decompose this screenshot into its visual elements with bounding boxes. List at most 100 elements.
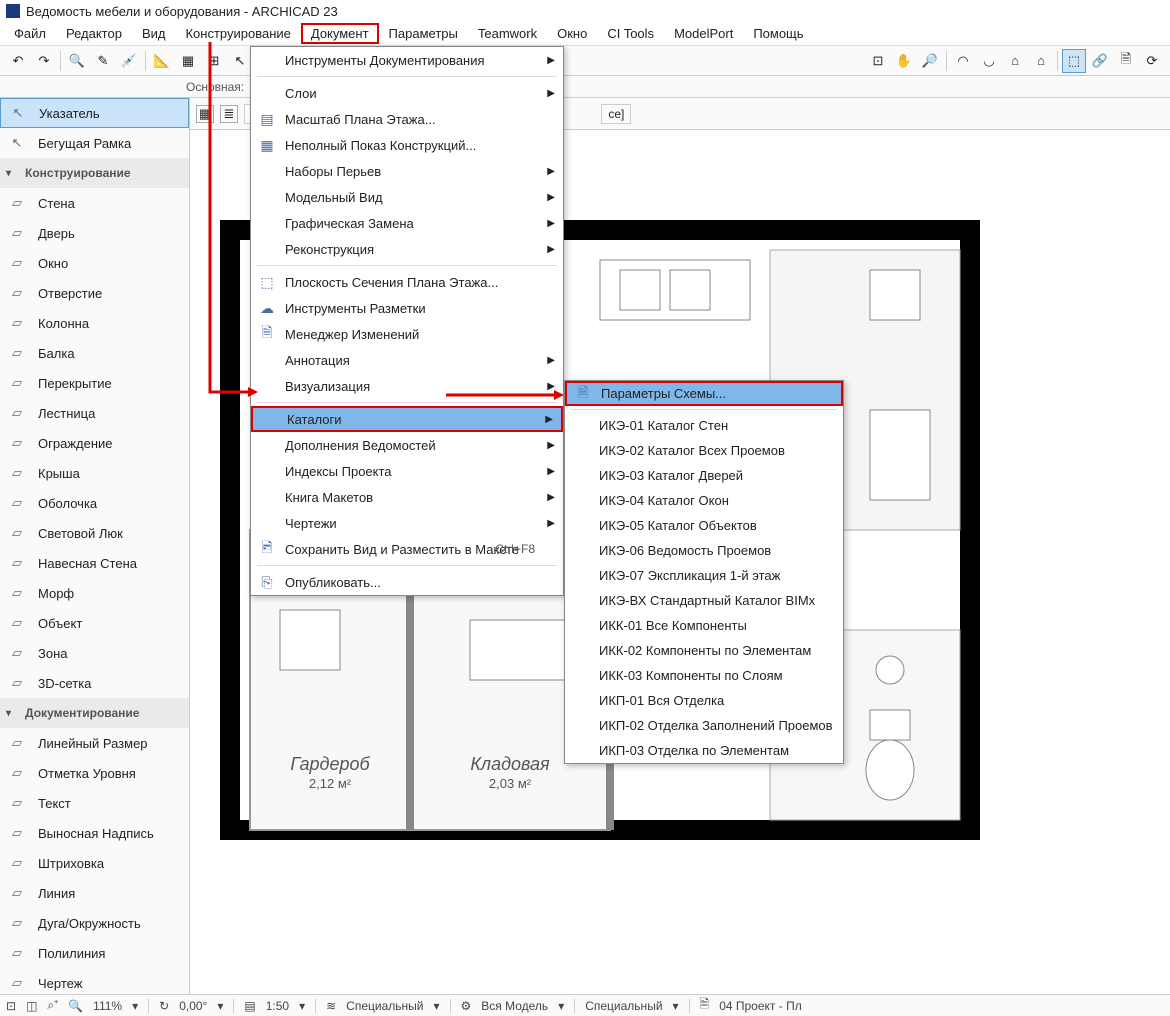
rotate-button[interactable]: ⟳: [1140, 49, 1164, 73]
stack-icon[interactable]: ≣: [220, 105, 238, 123]
tool-Дуга/Окружность[interactable]: ▱Дуга/Окружность: [0, 908, 189, 938]
menu-item[interactable]: 🖻Сохранить Вид и Разместить в МакетеCtrl…: [251, 536, 563, 562]
submenu-item[interactable]: ИКЭ-06 Ведомость Проемов: [565, 538, 843, 563]
tool-Полилиния[interactable]: ▱Полилиния: [0, 938, 189, 968]
sb-icon3[interactable]: ⌕⁺: [47, 998, 58, 1013]
inject-button[interactable]: 💉: [117, 49, 141, 73]
eyedrop-button[interactable]: ✎: [91, 49, 115, 73]
zoom-value[interactable]: 111%: [93, 999, 122, 1013]
tool-Чертеж[interactable]: ▱Чертеж: [0, 968, 189, 994]
tool-Дверь[interactable]: ▱Дверь: [0, 218, 189, 248]
menu-item[interactable]: Графическая Замена▶: [251, 210, 563, 236]
sb-opt4-icon[interactable]: 🗎: [700, 995, 710, 1016]
select-button[interactable]: ⬚: [1062, 49, 1086, 73]
submenu-item[interactable]: 🗎Параметры Схемы...: [565, 381, 843, 406]
menu-item[interactable]: Инструменты Документирования▶: [251, 47, 563, 73]
section-Конструирование[interactable]: ▾Конструирование: [0, 158, 189, 188]
tool-Перекрытие[interactable]: ▱Перекрытие: [0, 368, 189, 398]
menu-item[interactable]: Книга Макетов▶: [251, 484, 563, 510]
opt4[interactable]: 04 Проект - Пл: [719, 999, 802, 1013]
menu-документ[interactable]: Документ: [301, 23, 379, 44]
cursor-button[interactable]: ↖: [228, 49, 252, 73]
menu-item[interactable]: Реконструкция▶: [251, 236, 563, 262]
submenu-item[interactable]: ИКК-02 Компоненты по Элементам: [565, 638, 843, 663]
zoom-button[interactable]: 🔎: [918, 49, 942, 73]
tool-Зона[interactable]: ▱Зона: [0, 638, 189, 668]
submenu-item[interactable]: ИКЭ-05 Каталог Объектов: [565, 513, 843, 538]
sb-opt2-icon[interactable]: ⚙: [461, 999, 472, 1013]
submenu-item[interactable]: ИКП-01 Вся Отделка: [565, 688, 843, 713]
submenu-item[interactable]: ИКЭ-02 Каталог Всех Проемов: [565, 438, 843, 463]
opt2[interactable]: Вся Модель: [481, 999, 548, 1013]
tool-Лестница[interactable]: ▱Лестница: [0, 398, 189, 428]
ruler-button[interactable]: 📐: [150, 49, 174, 73]
menu-item[interactable]: ⎘Опубликовать...: [251, 569, 563, 595]
tool-Указатель[interactable]: ↖Указатель: [0, 98, 189, 128]
document-menu[interactable]: Инструменты Документирования▶ Слои▶▤Масшт…: [250, 46, 564, 596]
menu-помощь[interactable]: Помощь: [743, 23, 813, 44]
menu-вид[interactable]: Вид: [132, 23, 176, 44]
sb-icon1[interactable]: ⊡: [6, 999, 16, 1013]
catalogs-submenu[interactable]: 🗎Параметры Схемы...ИКЭ-01 Каталог СтенИК…: [564, 380, 844, 764]
undo-button[interactable]: ↶: [6, 49, 30, 73]
menu-item[interactable]: Индексы Проекта▶: [251, 458, 563, 484]
menu-файл[interactable]: Файл: [4, 23, 56, 44]
section-Документирование[interactable]: ▾Документирование: [0, 698, 189, 728]
tool-Стена[interactable]: ▱Стена: [0, 188, 189, 218]
tool-Балка[interactable]: ▱Балка: [0, 338, 189, 368]
menu-item[interactable]: ☁Инструменты Разметки: [251, 295, 563, 321]
menu-item[interactable]: Модельный Вид▶: [251, 184, 563, 210]
tool-Штриховка[interactable]: ▱Штриховка: [0, 848, 189, 878]
snap-button[interactable]: ⊞: [202, 49, 226, 73]
submenu-item[interactable]: ИКП-03 Отделка по Элементам: [565, 738, 843, 763]
submenu-item[interactable]: ИКЭ-07 Экспликация 1-й этаж: [565, 563, 843, 588]
tool-Отметка Уровня[interactable]: ▱Отметка Уровня: [0, 758, 189, 788]
link-button[interactable]: 🔗: [1088, 49, 1112, 73]
tool-Выносная Надпись[interactable]: ▱Выносная Надпись: [0, 818, 189, 848]
grid-icon[interactable]: ▦: [196, 105, 214, 123]
hand-button[interactable]: ✋: [892, 49, 916, 73]
tool-Бегущая Рамка[interactable]: ↖Бегущая Рамка: [0, 128, 189, 158]
menu-параметры[interactable]: Параметры: [379, 23, 468, 44]
menu-конструирование[interactable]: Конструирование: [175, 23, 300, 44]
menu-item[interactable]: Слои▶: [251, 80, 563, 106]
menu-item[interactable]: ▦Неполный Показ Конструкций...: [251, 132, 563, 158]
menu-item[interactable]: Наборы Перьев▶: [251, 158, 563, 184]
arc2-button[interactable]: ◡: [977, 49, 1001, 73]
sb-icon4[interactable]: 🔍: [68, 999, 83, 1013]
sb-icon2[interactable]: ◫: [26, 999, 37, 1013]
tool-Ограждение[interactable]: ▱Ограждение: [0, 428, 189, 458]
tool-Окно[interactable]: ▱Окно: [0, 248, 189, 278]
tool-Текст[interactable]: ▱Текст: [0, 788, 189, 818]
menu-item[interactable]: ⬚Плоскость Сечения Плана Этажа...: [251, 269, 563, 295]
submenu-item[interactable]: ИКЭ-03 Каталог Дверей: [565, 463, 843, 488]
menu-редактор[interactable]: Редактор: [56, 23, 132, 44]
tool-Объект[interactable]: ▱Объект: [0, 608, 189, 638]
opt3[interactable]: Специальный: [585, 999, 662, 1013]
tool-Отверстие[interactable]: ▱Отверстие: [0, 278, 189, 308]
submenu-item[interactable]: ИКЭ-ВХ Стандартный Каталог BIMx: [565, 588, 843, 613]
tool-Линейный Размер[interactable]: ▱Линейный Размер: [0, 728, 189, 758]
tool-Навесная Стена[interactable]: ▱Навесная Стена: [0, 548, 189, 578]
tool-Крыша[interactable]: ▱Крыша: [0, 458, 189, 488]
angle-value[interactable]: 0,00°: [179, 999, 207, 1013]
tool-Линия[interactable]: ▱Линия: [0, 878, 189, 908]
search-button[interactable]: 🔍: [65, 49, 89, 73]
layer-button[interactable]: 🗎: [1114, 49, 1138, 73]
menu-bar[interactable]: ФайлРедакторВидКонструированиеДокументПа…: [0, 22, 1170, 46]
scale-value[interactable]: 1:50: [266, 999, 289, 1013]
tool-3D-сетка[interactable]: ▱3D-сетка: [0, 668, 189, 698]
redo-button[interactable]: ↷: [32, 49, 56, 73]
submenu-item[interactable]: ИКЭ-04 Каталог Окон: [565, 488, 843, 513]
view-tab-right[interactable]: се]: [601, 104, 631, 124]
home-button[interactable]: ⌂: [1029, 49, 1053, 73]
menu-item[interactable]: ▤Масштаб Плана Этажа...: [251, 106, 563, 132]
arc1-button[interactable]: ◠: [951, 49, 975, 73]
menu-окно[interactable]: Окно: [547, 23, 597, 44]
submenu-item[interactable]: ИКЭ-01 Каталог Стен: [565, 413, 843, 438]
sb-scale-icon[interactable]: ▤: [244, 999, 255, 1013]
menu-item[interactable]: Визуализация▶: [251, 373, 563, 399]
grid-button[interactable]: ▦: [176, 49, 200, 73]
menu-item[interactable]: Чертежи▶: [251, 510, 563, 536]
menu-teamwork[interactable]: Teamwork: [468, 23, 547, 44]
